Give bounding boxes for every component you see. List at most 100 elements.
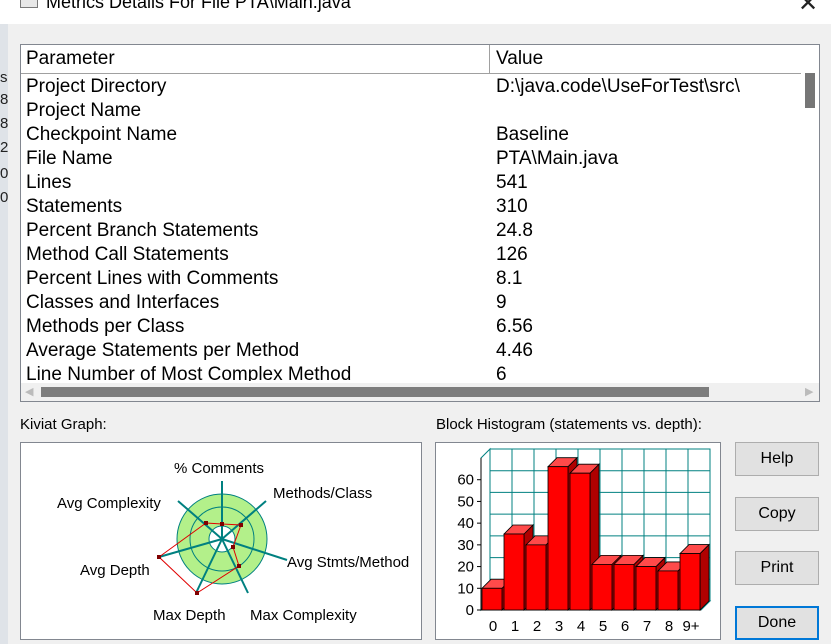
background-window-strip: s 8 8 2 0 0 xyxy=(0,24,8,644)
kiviat-point xyxy=(204,521,208,525)
kiviat-svg: % Comments Methods/Class Avg Stmts/Metho… xyxy=(57,460,409,624)
table-row[interactable]: Percent Branch Statements 24.8 xyxy=(21,219,801,243)
cell-parameter: Percent Lines with Comments xyxy=(26,268,279,289)
table-row[interactable]: Statements 310 xyxy=(21,195,801,219)
table-body: Project Directory D:\java.code\UseForTest… xyxy=(21,75,801,381)
kiviat-label: Kiviat Graph: xyxy=(20,416,107,433)
cell-value: 9 xyxy=(496,292,507,313)
cell-value: 6.56 xyxy=(496,316,533,337)
histogram-x-tick-label: 1 xyxy=(511,618,519,635)
scroll-right-arrow-icon[interactable]: ▶ xyxy=(805,385,813,398)
column-divider[interactable] xyxy=(489,45,490,73)
cell-value: 310 xyxy=(496,196,528,217)
cell-parameter: Methods per Class xyxy=(26,316,185,337)
histogram-bar xyxy=(679,553,701,611)
histogram-bar xyxy=(591,564,613,611)
cell-value: 541 xyxy=(496,172,528,193)
histogram-bar xyxy=(525,544,547,611)
histogram-svg: 01020304050600 1 2 3 4 5 6 7 8 9+ xyxy=(457,447,712,635)
cell-value: 8.1 xyxy=(496,268,523,289)
kiviat-point xyxy=(195,591,199,595)
histogram-y-tick-label: 60 xyxy=(457,472,474,489)
cell-value: 6 xyxy=(496,364,507,381)
cell-parameter: Method Call Statements xyxy=(26,244,229,265)
histogram-bar xyxy=(503,533,525,611)
window-icon xyxy=(20,0,38,8)
kiviat-axis-label: Methods/Class xyxy=(273,485,372,502)
scroll-left-arrow-icon[interactable]: ◀ xyxy=(25,385,33,398)
table-row[interactable]: Line Number of Most Complex Method 6 xyxy=(21,363,801,381)
histogram-x-tick-label: 7 xyxy=(643,618,651,635)
strip-char: s xyxy=(0,69,8,86)
histogram-x-tick-label: 6 xyxy=(621,618,629,635)
copy-button[interactable]: Copy xyxy=(735,497,819,531)
horizontal-scroll-thumb[interactable] xyxy=(41,387,709,397)
cell-parameter: File Name xyxy=(26,148,113,169)
kiviat-axis-label: Avg Stmts/Method xyxy=(287,554,409,571)
strip-char: 2 xyxy=(0,139,9,156)
table-header: Parameter Value xyxy=(21,45,819,74)
horizontal-scrollbar[interactable]: ◀ ▶ xyxy=(21,383,819,401)
table-row[interactable]: Classes and Interfaces 9 xyxy=(21,291,801,315)
table-row[interactable]: Project Name xyxy=(21,99,801,123)
done-button[interactable]: Done xyxy=(735,606,819,640)
cell-value: 4.46 xyxy=(496,340,533,361)
histogram-y-tick-label: 40 xyxy=(457,515,474,532)
column-header-value[interactable]: Value xyxy=(496,47,543,71)
cell-parameter: Lines xyxy=(26,172,72,193)
cell-parameter: Project Directory xyxy=(26,76,167,97)
cell-parameter: Percent Branch Statements xyxy=(26,220,259,241)
metrics-table[interactable]: Parameter Value Project Directory D:\java… xyxy=(20,44,820,402)
cell-parameter: Line Number of Most Complex Method xyxy=(26,364,352,381)
table-row[interactable]: Method Call Statements 126 xyxy=(21,243,801,267)
vertical-scrollbar[interactable] xyxy=(801,73,819,381)
cell-parameter: Statements xyxy=(26,196,123,217)
kiviat-axis-label: Max Complexity xyxy=(250,607,357,624)
strip-char: 0 xyxy=(0,189,9,206)
cell-parameter: Average Statements per Method xyxy=(26,340,300,361)
kiviat-point xyxy=(220,522,224,526)
histogram-bar-side xyxy=(699,543,710,611)
column-header-parameter[interactable]: Parameter xyxy=(26,47,115,71)
histogram-x-tick-label: 2 xyxy=(533,618,541,635)
histogram-label: Block Histogram (statements vs. depth): xyxy=(436,416,702,433)
histogram-bar xyxy=(547,466,569,611)
title-bar: Metrics Details For File PTA\Main.java ✕ xyxy=(0,0,831,24)
histogram-x-tick-label: 9+ xyxy=(682,618,699,635)
help-button[interactable]: Help xyxy=(735,442,819,476)
strip-char: 8 xyxy=(0,115,9,132)
table-row[interactable]: File Name PTA\Main.java xyxy=(21,147,801,171)
histogram-y-tick-label: 50 xyxy=(457,493,474,510)
histogram-bar xyxy=(635,566,657,611)
cell-parameter: Checkpoint Name xyxy=(26,124,178,145)
kiviat-point xyxy=(157,555,161,559)
kiviat-point xyxy=(239,523,243,527)
close-button[interactable]: ✕ xyxy=(788,0,828,18)
kiviat-point xyxy=(237,564,241,568)
table-row[interactable]: Lines 541 xyxy=(21,171,801,195)
table-row[interactable]: Project Directory D:\java.code\UseForTest… xyxy=(21,75,801,99)
cell-parameter: Project Name xyxy=(26,100,142,121)
cell-value: D:\java.code\UseForTest\src\ xyxy=(496,76,740,97)
histogram-y-tick-label: 30 xyxy=(457,537,474,554)
strip-char: 0 xyxy=(0,165,9,182)
histogram-y-tick-label: 0 xyxy=(466,602,474,619)
table-row[interactable]: Percent Lines with Comments 8.1 xyxy=(21,267,801,291)
window-title: Metrics Details For File PTA\Main.java xyxy=(46,0,351,12)
vertical-scroll-thumb[interactable] xyxy=(805,73,815,108)
table-row[interactable]: Checkpoint Name Baseline xyxy=(21,123,801,147)
kiviat-axis-label: Avg Complexity xyxy=(57,495,161,512)
kiviat-axis-label: Max Depth xyxy=(153,607,226,624)
cell-value: Baseline xyxy=(496,124,569,145)
histogram-bar xyxy=(569,472,591,611)
print-button[interactable]: Print xyxy=(735,551,819,585)
histogram-x-tick-label: 8 xyxy=(665,618,673,635)
strip-char: 8 xyxy=(0,91,9,108)
histogram-bar xyxy=(613,564,635,611)
kiviat-graph: % Comments Methods/Class Avg Stmts/Metho… xyxy=(20,442,422,640)
histogram-x-tick-label: 5 xyxy=(599,618,607,635)
histogram-x-tick-label: 3 xyxy=(555,618,563,635)
histogram-x-tick-label: 4 xyxy=(577,618,585,635)
table-row[interactable]: Methods per Class 6.56 xyxy=(21,315,801,339)
table-row[interactable]: Average Statements per Method 4.46 xyxy=(21,339,801,363)
